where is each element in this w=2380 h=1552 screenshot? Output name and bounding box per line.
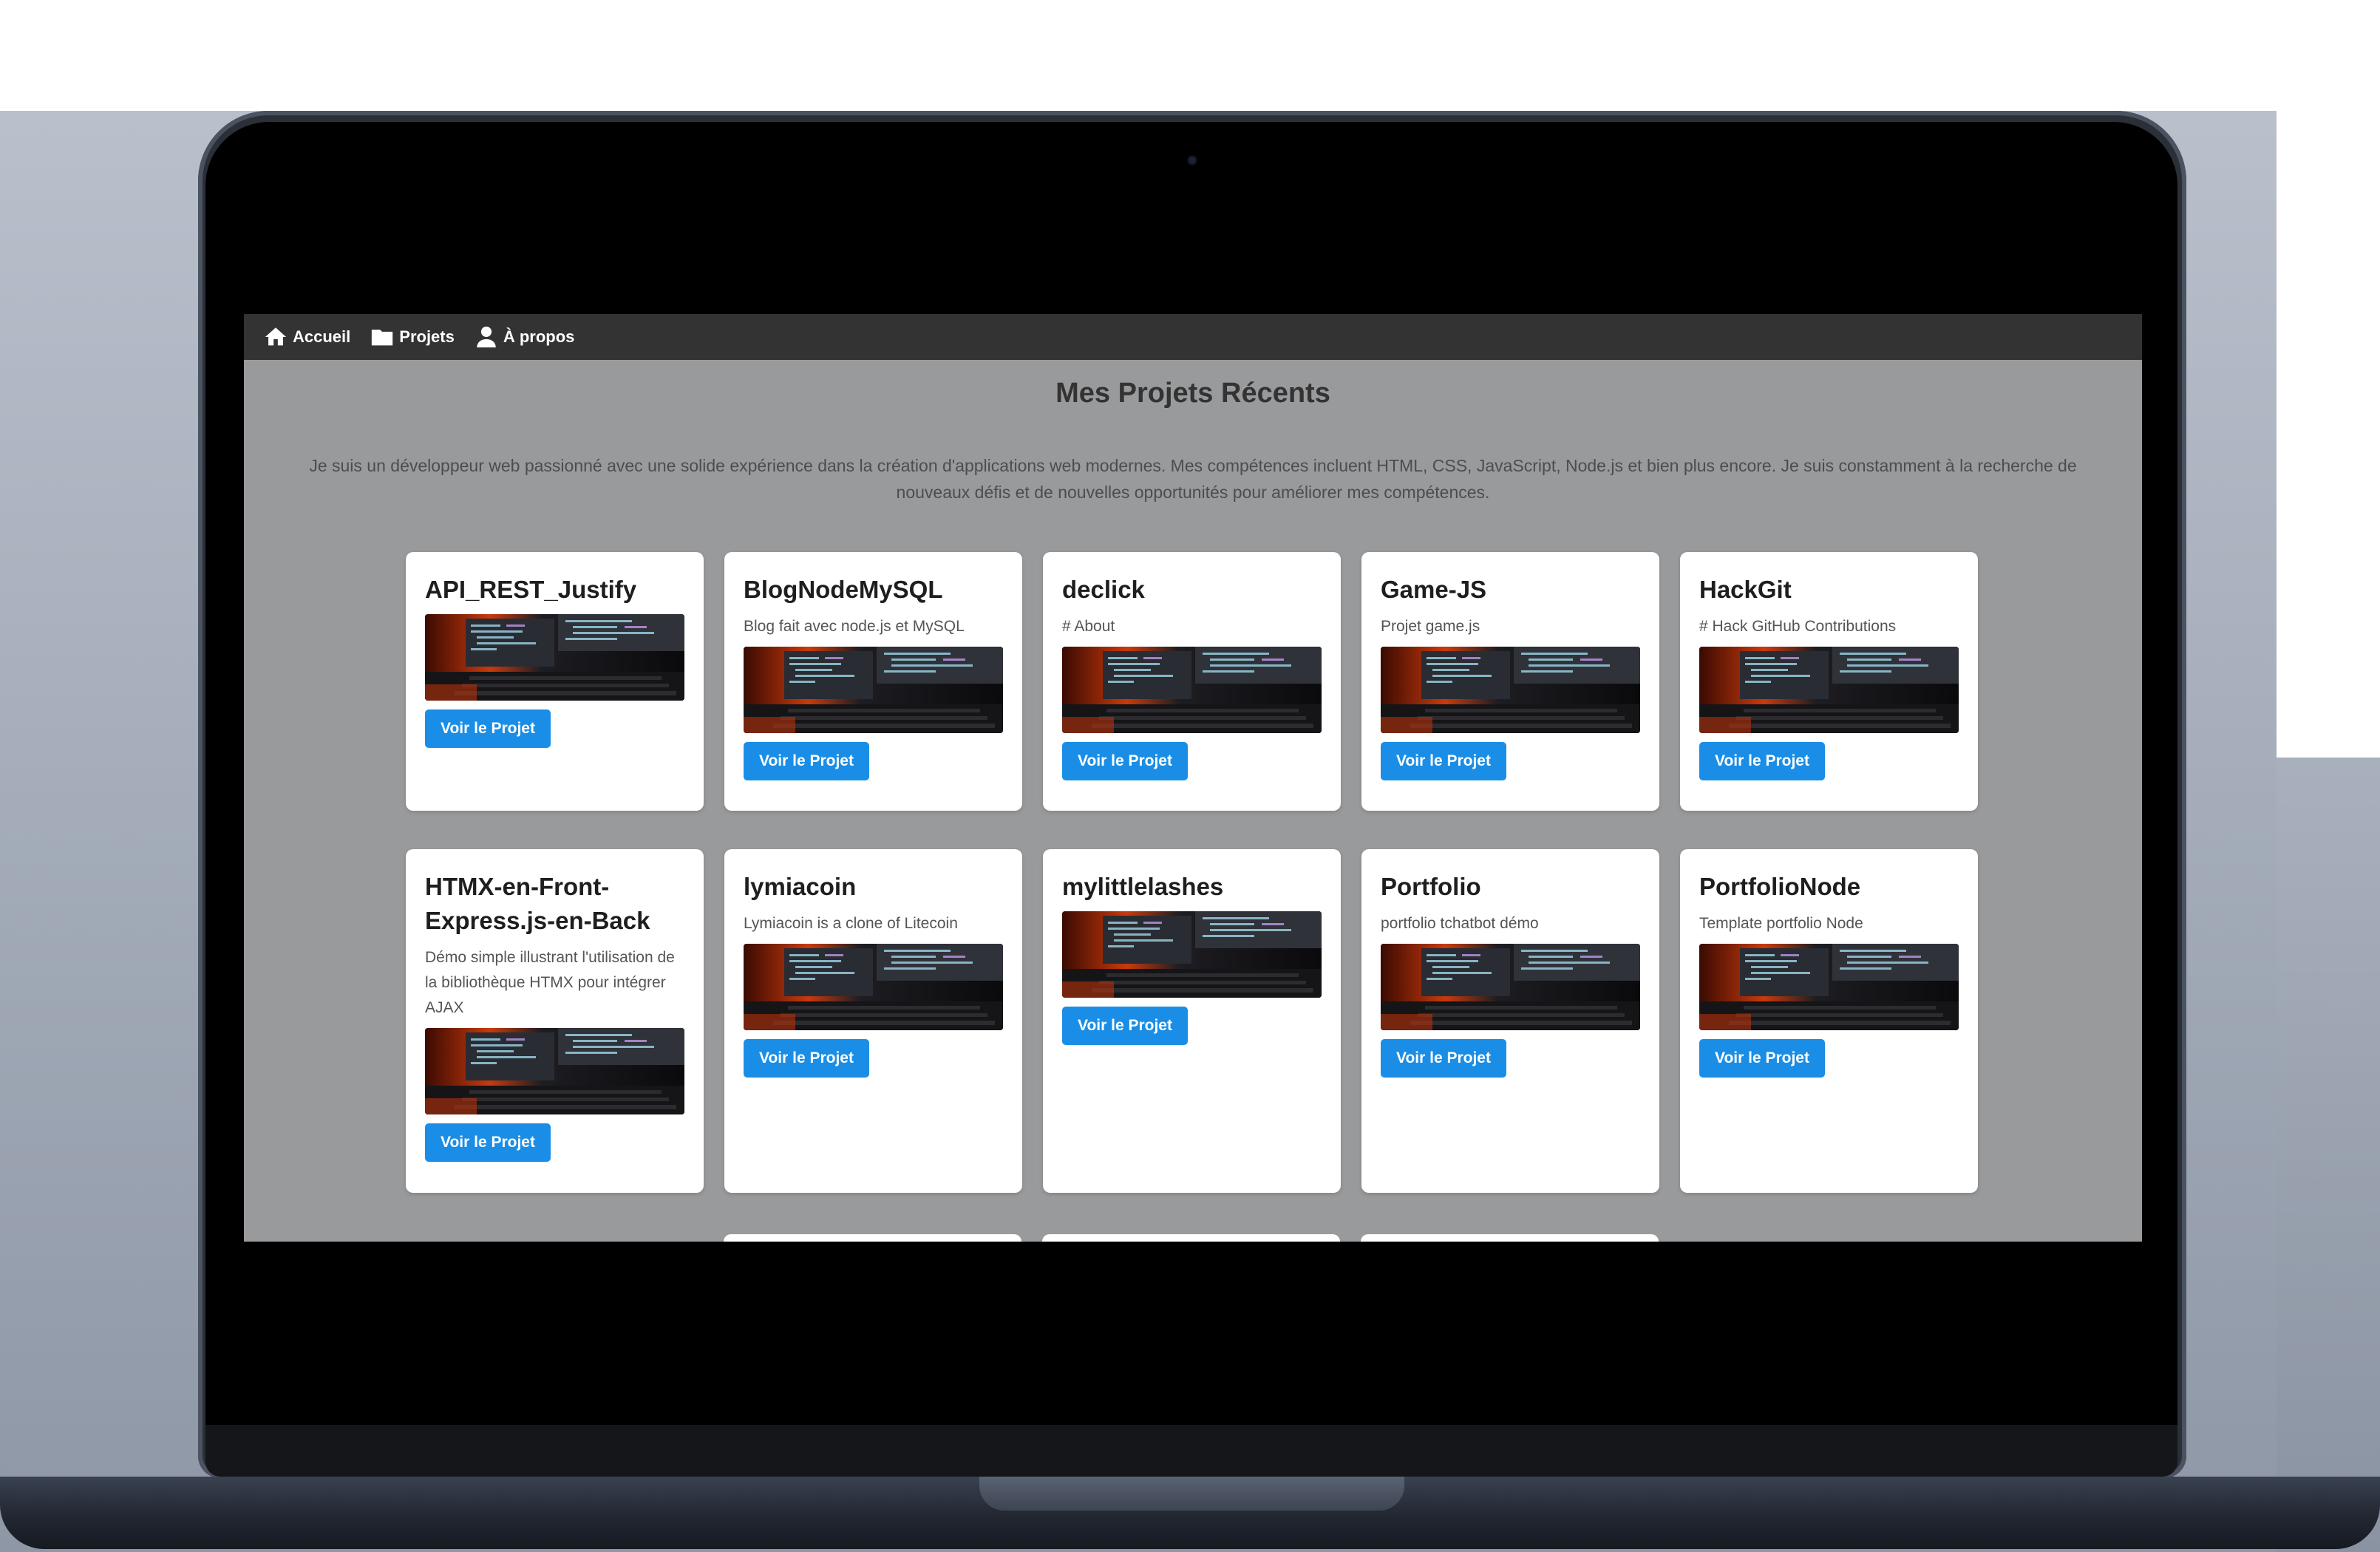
project-description: Projet game.js xyxy=(1381,618,1480,635)
nav-label: Projets xyxy=(399,327,455,346)
projects-grid: API_REST_Justify Voir le Projet BlogNodeM… xyxy=(406,552,1980,1193)
project-card: HackGit # Hack GitHub Contributions Voir … xyxy=(1680,552,1978,811)
project-description: Démo simple illustrant l'utilisation de … xyxy=(425,949,675,1016)
project-title: PortfolioNode xyxy=(1699,873,1861,900)
project-description: Lymiacoin is a clone of Litecoin xyxy=(744,915,958,932)
top-navbar: Accueil Projets À propos xyxy=(244,314,2142,360)
mockup-backdrop-side xyxy=(2277,758,2380,1552)
project-title: HackGit xyxy=(1699,576,1792,603)
project-thumbnail xyxy=(1062,911,1322,998)
project-card: lymiacoin Lymiacoin is a clone of Litecoi… xyxy=(724,849,1022,1193)
project-card-partial xyxy=(1042,1234,1340,1242)
project-card-partial xyxy=(724,1234,1021,1242)
project-thumbnail xyxy=(1699,944,1959,1030)
project-card: HTMX-en-Front-Express.js-en-Back Démo sim… xyxy=(406,849,704,1193)
nav-item-projets[interactable]: Projets xyxy=(370,324,455,350)
intro-paragraph: Je suis un développeur web passionné ave… xyxy=(309,456,2077,502)
project-description: # Hack GitHub Contributions xyxy=(1699,618,1897,635)
project-thumbnail xyxy=(1062,647,1322,733)
project-title: lymiacoin xyxy=(744,873,857,900)
project-title: declick xyxy=(1062,576,1145,603)
project-description: Blog fait avec node.js et MySQL xyxy=(744,618,965,635)
browser-viewport: Accueil Projets À propos Mes Projets Réc… xyxy=(244,314,2142,1242)
project-thumbnail xyxy=(744,944,1003,1030)
folder-icon xyxy=(370,324,395,350)
project-description: # About xyxy=(1062,618,1115,635)
project-title: mylittlelashes xyxy=(1062,873,1224,900)
project-card: mylittlelashes Voir le Projet xyxy=(1043,849,1341,1193)
project-title: Portfolio xyxy=(1381,873,1481,900)
project-card: declick # About Voir le Projet xyxy=(1043,552,1341,811)
view-project-button[interactable]: Voir le Projet xyxy=(1699,1039,1825,1078)
nav-item-accueil[interactable]: Accueil xyxy=(263,324,350,350)
view-project-button[interactable]: Voir le Projet xyxy=(1699,742,1825,780)
nav-item-a-propos[interactable]: À propos xyxy=(474,324,575,350)
user-icon xyxy=(474,324,499,350)
project-title: API_REST_Justify xyxy=(425,576,637,603)
laptop-hinge-notch xyxy=(979,1477,1404,1511)
webcam-icon xyxy=(1189,157,1196,164)
project-card-partial xyxy=(1361,1234,1659,1242)
project-card: Game-JS Projet game.js Voir le Projet xyxy=(1361,552,1659,811)
page-title: Mes Projets Récents xyxy=(1055,378,1330,409)
project-description: Template portfolio Node xyxy=(1699,915,1863,932)
project-thumbnail xyxy=(1381,944,1640,1030)
project-title: HTMX-en-Front-Express.js-en-Back xyxy=(425,873,650,934)
view-project-button[interactable]: Voir le Projet xyxy=(1381,742,1506,780)
view-project-button[interactable]: Voir le Projet xyxy=(744,1039,869,1078)
view-project-button[interactable]: Voir le Projet xyxy=(1381,1039,1506,1078)
view-project-button[interactable]: Voir le Projet xyxy=(425,709,551,748)
view-project-button[interactable]: Voir le Projet xyxy=(425,1123,551,1162)
project-thumbnail xyxy=(425,614,684,701)
project-description: portfolio tchatbot démo xyxy=(1381,915,1539,932)
view-project-button[interactable]: Voir le Projet xyxy=(1062,1007,1188,1045)
project-card: Portfolio portfolio tchatbot démo Voir le… xyxy=(1361,849,1659,1193)
bezel-chin xyxy=(205,1425,2177,1477)
project-thumbnail xyxy=(1381,647,1640,733)
project-card: PortfolioNode Template portfolio Node Voi… xyxy=(1680,849,1978,1193)
nav-label: À propos xyxy=(503,327,575,346)
project-card: BlogNodeMySQL Blog fait avec node.js et M… xyxy=(724,552,1022,811)
view-project-button[interactable]: Voir le Projet xyxy=(1062,742,1188,780)
project-thumbnail xyxy=(744,647,1003,733)
project-thumbnail xyxy=(425,1028,684,1114)
home-icon xyxy=(263,324,288,350)
view-project-button[interactable]: Voir le Projet xyxy=(744,742,869,780)
project-title: Game-JS xyxy=(1381,576,1487,603)
nav-label: Accueil xyxy=(293,327,351,346)
project-title: BlogNodeMySQL xyxy=(744,576,943,603)
project-thumbnail xyxy=(1699,647,1959,733)
project-card: API_REST_Justify Voir le Projet xyxy=(406,552,704,811)
